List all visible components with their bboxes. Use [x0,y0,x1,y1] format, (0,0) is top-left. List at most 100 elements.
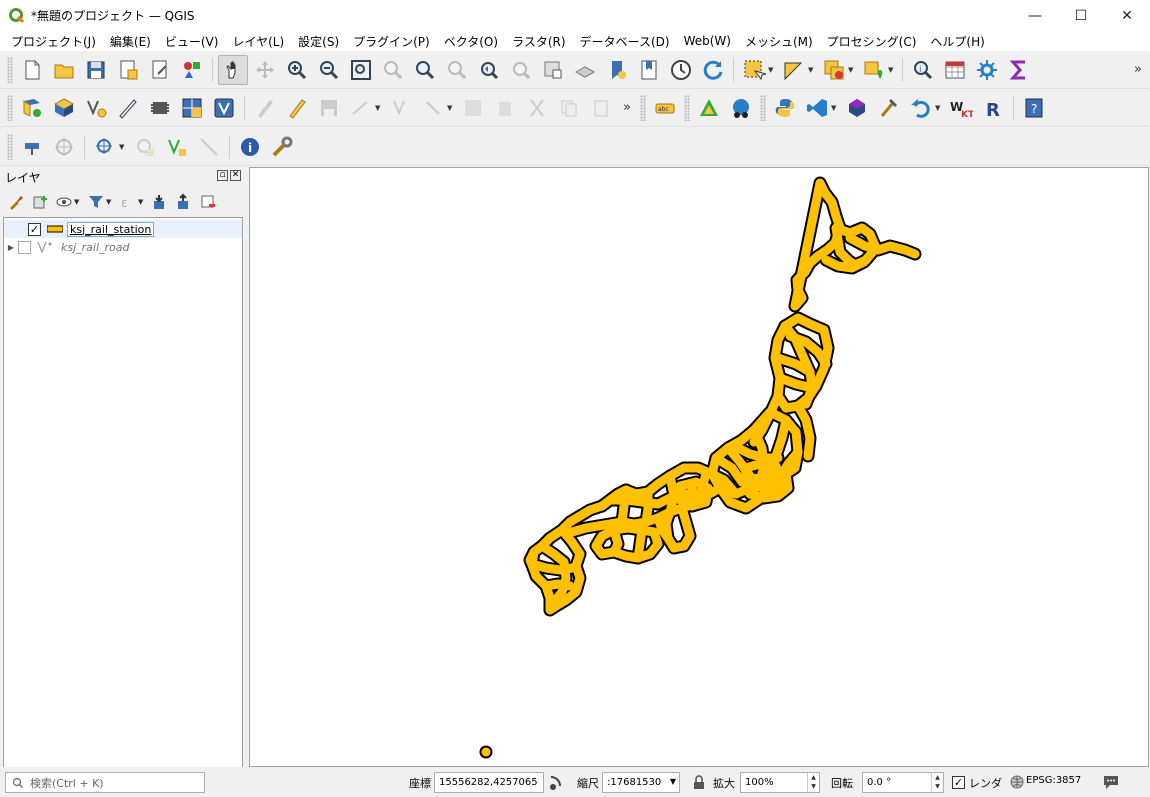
qgis2web-icon[interactable] [842,93,872,123]
pan-to-selection-icon[interactable] [250,55,280,85]
rail-station-feature[interactable] [633,525,647,563]
globe-crs-icon[interactable] [1010,775,1024,789]
rail-station-feature[interactable] [609,525,623,557]
chevron-down-icon[interactable]: ▼ [831,104,839,112]
map-canvas[interactable] [249,167,1149,767]
manage-visibility-icon[interactable] [52,191,76,213]
add-point-icon[interactable] [90,132,120,162]
toolbar-handle[interactable] [639,94,646,121]
add-feature-icon[interactable] [346,93,376,123]
menu-processing[interactable]: プロセシング(C) [820,33,924,50]
menu-layer[interactable]: レイヤ(L) [225,33,291,50]
chevron-down-icon[interactable]: ▼ [670,777,676,786]
toolbar-handle[interactable] [7,94,13,121]
new-map-view-icon[interactable] [538,55,568,85]
menu-view[interactable]: ビュー(V) [158,33,226,50]
virtual-layer-icon[interactable] [145,93,175,123]
undo-icon[interactable] [906,93,936,123]
new-project-icon[interactable] [17,55,47,85]
chevron-down-icon[interactable]: ▼ [74,198,82,206]
close-panel-button[interactable]: ✕ [230,170,241,181]
rail-station-feature[interactable] [617,485,631,527]
toolbar-handle[interactable] [7,133,13,160]
modify-table-icon[interactable] [458,93,488,123]
layer-item-ksj-rail-road[interactable]: ▶ ksj_rail_road [4,238,242,256]
layer-name[interactable]: ksj_rail_station [67,221,155,237]
chevron-down-icon[interactable]: ▼ [375,104,383,112]
select-by-location-icon[interactable] [859,55,889,85]
toolbar-handle[interactable] [683,94,690,121]
toolbar-handle[interactable] [759,94,766,121]
map-features[interactable] [250,168,1148,766]
new-print-layout-icon[interactable] [113,55,143,85]
new-shapefile-layer-icon[interactable] [81,93,111,123]
label-toolbar-icon[interactable]: abc [650,93,680,123]
info-icon[interactable]: i [235,132,265,162]
menu-edit[interactable]: 編集(E) [103,33,158,50]
refresh-icon[interactable] [698,55,728,85]
chevron-down-icon[interactable]: ▼ [935,104,943,112]
paste-features-icon[interactable] [586,93,616,123]
rail-station-feature[interactable] [605,493,675,509]
layer-visibility-checkbox[interactable]: ✓ [28,222,41,236]
filter-legend-icon[interactable] [84,191,108,213]
collapse-all-icon[interactable] [172,191,196,213]
magnifier-field[interactable]: 100% ▲ ▼ [740,772,820,793]
georeferencer-icon[interactable] [694,93,724,123]
new-virtual-layer-icon[interactable] [209,93,239,123]
toggle-editing-icon[interactable] [282,93,312,123]
r-console-icon[interactable]: R [978,93,1008,123]
show-bookmarks-icon[interactable] [634,55,664,85]
deselect-features-icon[interactable] [819,55,849,85]
pan-map-icon[interactable] [218,54,248,85]
layer-name[interactable]: ksj_rail_road [59,241,132,254]
menu-settings[interactable]: 設定(S) [291,33,346,50]
add-vector-layer-icon[interactable] [49,93,79,123]
close-button[interactable]: ✕ [1104,0,1150,31]
globe-plugin-icon[interactable] [726,93,756,123]
select-features-icon[interactable] [739,55,769,85]
zoom-to-selection-icon[interactable] [378,55,408,85]
toolbar-overflow[interactable]: » [623,100,631,115]
current-edits-icon[interactable] [250,93,280,123]
add-group-icon[interactable] [28,191,52,213]
zoom-last-icon[interactable] [474,55,504,85]
zoom-native-icon[interactable] [442,55,472,85]
zoom-to-layer-icon[interactable] [410,55,440,85]
rotation-spinner[interactable]: ▲ ▼ [931,773,943,792]
layer-item-ksj-rail-station[interactable]: ✓ ksj_rail_station [4,220,242,238]
quickwkt-icon[interactable]: W KT [946,93,976,123]
modify-attributes-icon[interactable] [418,93,448,123]
move-label-icon[interactable] [49,132,79,162]
chevron-down-icon[interactable]: ▼ [119,143,127,151]
add-ring-icon[interactable] [130,132,160,162]
select-by-value-icon[interactable] [779,55,809,85]
rail-station-feature[interactable] [845,233,920,259]
chevron-down-icon[interactable]: ▼ [848,66,856,74]
magnifier-spinner[interactable]: ▲ ▼ [807,773,819,792]
lock-scale-icon[interactable] [692,775,706,790]
chevron-down-icon[interactable]: ▼ [138,198,146,206]
rail-station-feature[interactable] [541,579,575,591]
help-contents-icon[interactable]: ? [1019,93,1049,123]
rotation-field[interactable]: 0.0 ° ▲ ▼ [862,772,944,793]
vscode-icon[interactable] [802,93,832,123]
cut-features-icon[interactable] [522,93,552,123]
zoom-in-icon[interactable] [282,55,312,85]
style-layer-icon[interactable] [4,191,28,213]
temporal-controller-icon[interactable] [666,55,696,85]
chevron-down-icon[interactable]: ▼ [447,104,455,112]
maximize-button[interactable]: ☐ [1058,0,1104,31]
geological-hammer-icon[interactable] [874,93,904,123]
scale-field[interactable]: :17681530 ▼ [602,772,680,793]
remove-layer-icon[interactable] [196,191,220,213]
copy-features-icon[interactable] [554,93,584,123]
open-project-icon[interactable] [49,55,79,85]
render-checkbox[interactable]: ✓ [952,776,965,789]
expand-all-icon[interactable] [148,191,172,213]
menu-plugins[interactable]: プラグイン(P) [346,33,437,50]
snapping-icon[interactable] [194,132,224,162]
delete-selected-icon[interactable] [490,93,520,123]
expand-arrow-icon[interactable]: ▶ [4,243,18,252]
filter-expression-icon[interactable]: ε [116,191,140,213]
